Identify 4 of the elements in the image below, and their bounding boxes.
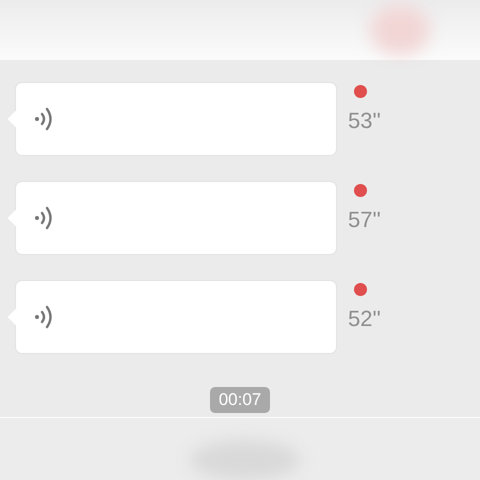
timestamp: 00:07	[210, 387, 270, 413]
voice-duration: 57''	[348, 207, 381, 233]
voice-duration: 53''	[348, 108, 381, 134]
voice-duration: 52''	[348, 306, 381, 332]
